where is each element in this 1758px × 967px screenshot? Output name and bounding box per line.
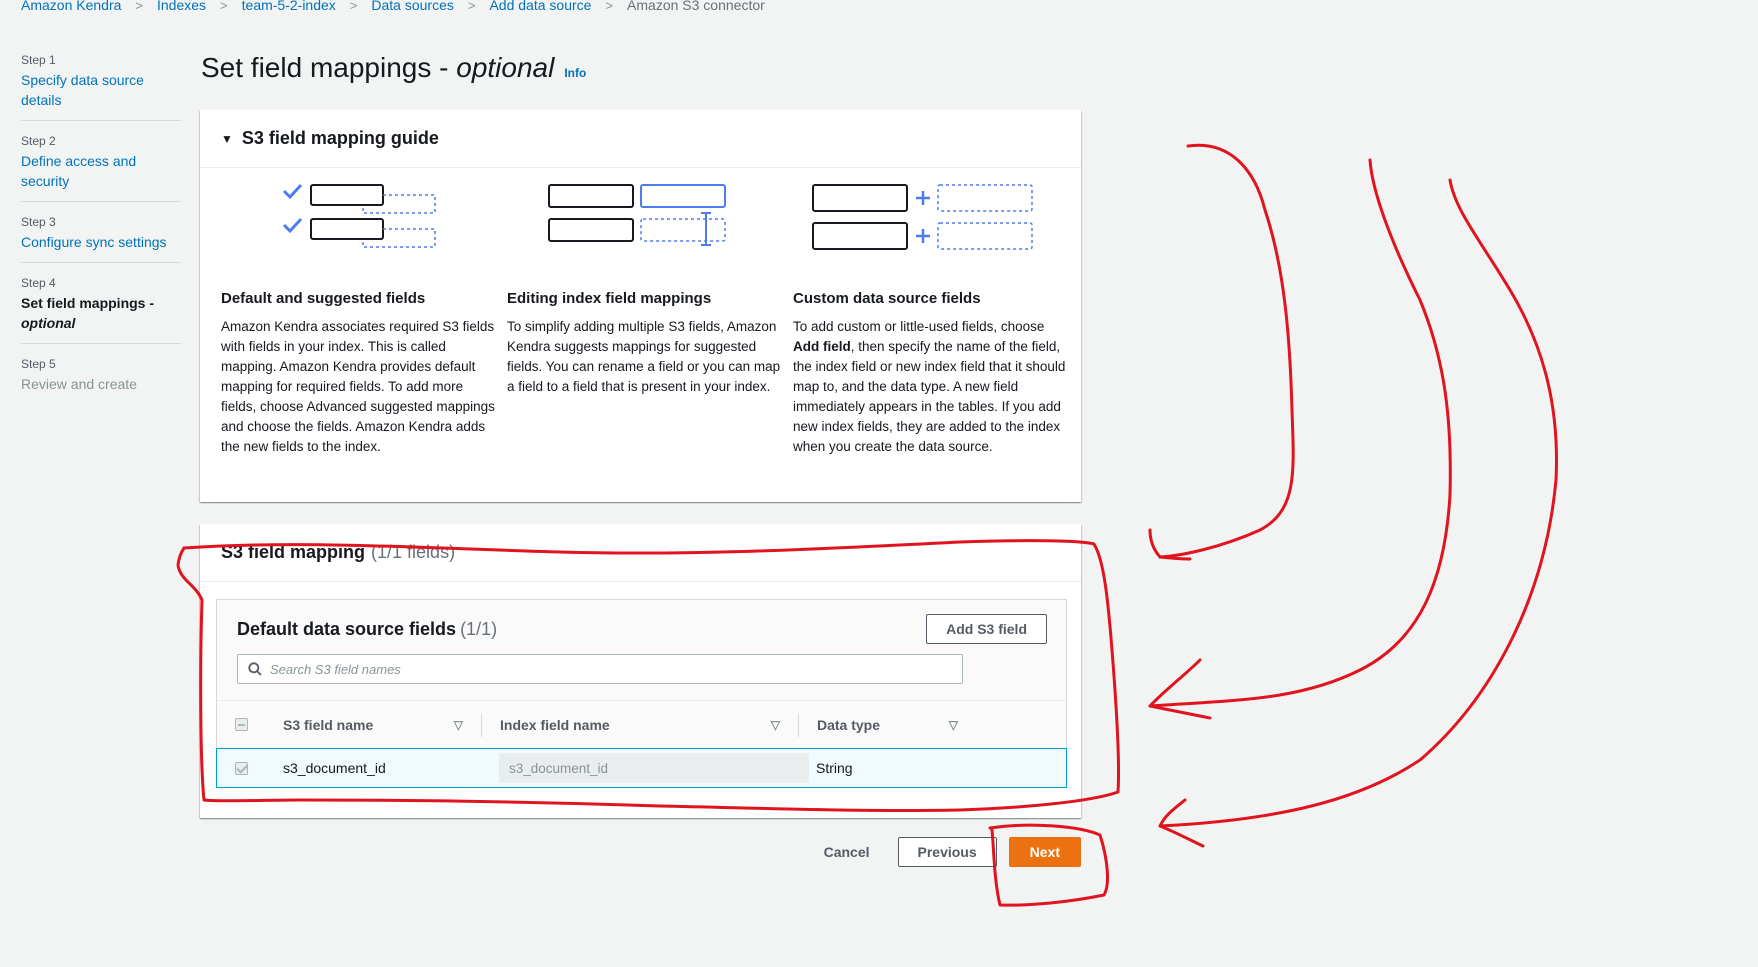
wizard-step-3: Step 3 Configure sync settings [21, 212, 181, 263]
row-checkbox [234, 761, 248, 775]
next-button[interactable]: Next [1008, 837, 1081, 867]
guide-body-text: , then specify the name of the field, th… [793, 339, 1066, 454]
search-icon [248, 662, 262, 676]
page-title-optional: optional [456, 52, 555, 83]
row-select-cell [217, 761, 265, 775]
chevron-right-icon: > [220, 0, 228, 13]
mapping-title: S3 field mapping [221, 542, 366, 562]
previous-button[interactable]: Previous [897, 837, 997, 867]
index-field-name-cell: s3_document_id [481, 753, 809, 783]
search-field[interactable] [237, 654, 963, 684]
table-row: s3_document_id s3_document_id String [216, 748, 1067, 788]
annotation-arrow-3 [1158, 178, 1558, 848]
breadcrumb-indexes[interactable]: Indexes [157, 0, 206, 13]
mapping-header: S3 field mapping (1/1 fields) [200, 524, 1081, 582]
chevron-right-icon: > [467, 0, 476, 13]
step-number: Step 1 [21, 53, 56, 67]
wizard-step-5: Step 5 Review and create [21, 354, 181, 404]
guide-body: To simplify adding multiple S3 fields, A… [507, 319, 781, 394]
editing-fields-illustration [507, 168, 793, 288]
page-header: Set field mappings - optional Info [201, 52, 586, 84]
guide-heading: Editing index field mappings [507, 290, 712, 307]
column-label: Data type [817, 716, 881, 733]
chevron-right-icon: > [349, 0, 358, 13]
guide-column-editing: Editing index field mappings To simplify… [507, 168, 793, 457]
cancel-button[interactable]: Cancel [804, 837, 890, 867]
column-header-data-type[interactable]: Data type ▽ [798, 712, 976, 737]
guide-heading: Custom data source fields [793, 290, 981, 307]
custom-fields-illustration [793, 168, 1079, 288]
wizard-step-4: Step 4 Set field mappings - optional [21, 273, 181, 344]
column-header-s3-field[interactable]: S3 field name ▽ [265, 713, 481, 737]
default-fields-title: Default data source fields (1/1) [237, 619, 497, 640]
select-all-cell [217, 718, 265, 731]
breadcrumb-add-data-source[interactable]: Add data source [489, 0, 591, 13]
annotation-arrow-2 [1148, 158, 1452, 720]
breadcrumb-index[interactable]: team-5-2-index [242, 0, 336, 13]
sort-caret-icon[interactable]: ▽ [454, 718, 463, 732]
guide-body: To add custom or little-used fields, cho… [793, 317, 1079, 457]
breadcrumb-amazon-kendra[interactable]: Amazon Kendra [21, 0, 121, 13]
caret-down-icon: ▼ [221, 131, 233, 146]
guide-body: Amazon Kendra associates required S3 fie… [221, 319, 495, 454]
wizard-actions: Cancel Previous Next [804, 837, 1081, 867]
guide-body-text: To add custom or little-used fields, cho… [793, 319, 1045, 334]
guide-expander[interactable]: ▼ S3 field mapping guide [200, 110, 1081, 168]
chevron-right-icon: > [135, 0, 143, 13]
wizard-step-2: Step 2 Define access and security [21, 131, 181, 202]
step-title-optional: optional [21, 315, 76, 331]
wizard-steps: Step 1 Specify data source details Step … [21, 50, 181, 414]
step-link-data-source-details[interactable]: Specify data source details [21, 70, 181, 110]
guide-body-bold: Add field [793, 339, 851, 354]
step-title-text: Set field mappings - [21, 295, 155, 311]
mapping-count: (1/1 fields) [371, 542, 456, 562]
step-number: Step 5 [21, 357, 56, 371]
step-link-sync-settings[interactable]: Configure sync settings [21, 232, 181, 252]
breadcrumb-current: Amazon S3 connector [627, 0, 765, 13]
index-field-readonly-input: s3_document_id [499, 753, 809, 783]
step-number: Step 3 [21, 215, 56, 229]
guide-title: S3 field mapping guide [241, 128, 439, 148]
guide-column-custom: Custom data source fields To add custom … [793, 168, 1079, 457]
step-link-access-security[interactable]: Define access and security [21, 151, 181, 191]
s3-field-mapping-panel: S3 field mapping (1/1 fields) Default da… [200, 524, 1081, 818]
wizard-step-1: Step 1 Specify data source details [21, 50, 181, 121]
mapping-checks-illustration [221, 168, 507, 288]
column-header-index-field[interactable]: Index field name ▽ [481, 712, 798, 737]
fields-table: S3 field name ▽ Index field name ▽ Data … [216, 700, 1067, 788]
s3-field-name-cell: s3_document_id [283, 760, 386, 776]
step-number: Step 2 [21, 134, 56, 148]
sort-caret-icon[interactable]: ▽ [949, 718, 958, 732]
data-type-cell: String [816, 760, 853, 776]
default-fields-table-container: Default data source fields (1/1) Add S3 f… [216, 599, 1067, 788]
breadcrumb: Amazon Kendra > Indexes > team-5-2-index… [21, 0, 765, 16]
sort-caret-icon[interactable]: ▽ [771, 718, 780, 732]
field-mapping-guide-panel: ▼ S3 field mapping guide Default and sug… [200, 110, 1081, 502]
breadcrumb-data-sources[interactable]: Data sources [371, 0, 453, 13]
page-title: Set field mappings - optional [201, 52, 554, 84]
table-header: S3 field name ▽ Index field name ▽ Data … [217, 700, 1066, 748]
add-s3-field-button[interactable]: Add S3 field [926, 614, 1047, 644]
select-all-checkbox[interactable] [234, 718, 248, 731]
step-current-field-mappings: Set field mappings - optional [21, 293, 181, 333]
default-fields-count: (1/1) [460, 618, 498, 639]
step-number: Step 4 [21, 276, 56, 290]
step-review-create: Review and create [21, 376, 137, 392]
guide-column-default: Default and suggested fields Amazon Kend… [221, 168, 507, 457]
column-label: S3 field name [283, 716, 374, 733]
guide-heading: Default and suggested fields [221, 290, 426, 307]
info-link[interactable]: Info [564, 66, 586, 80]
chevron-right-icon: > [605, 0, 614, 13]
column-label: Index field name [500, 716, 610, 733]
page-title-text: Set field mappings - [201, 52, 457, 83]
search-input[interactable] [270, 661, 950, 677]
default-fields-title-text: Default data source fields [237, 618, 457, 639]
annotation-arrow-1 [1148, 143, 1295, 561]
